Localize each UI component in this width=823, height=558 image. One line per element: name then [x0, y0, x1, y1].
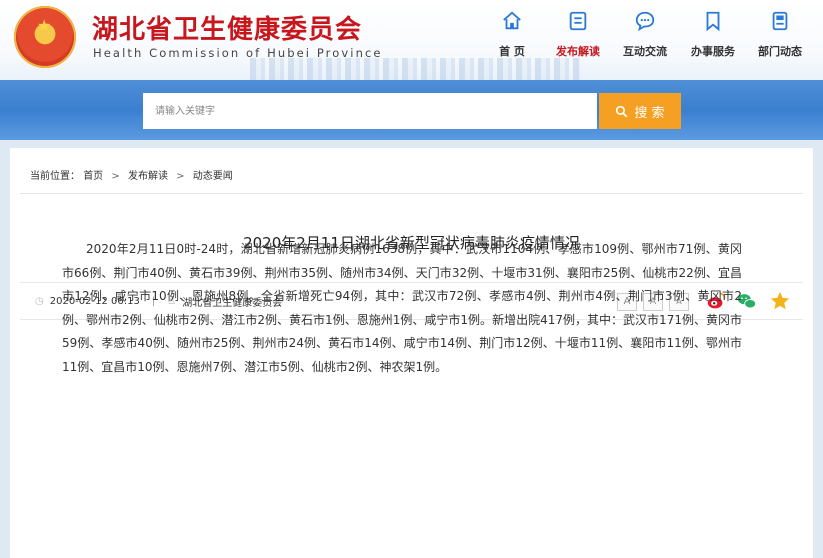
- bookmark-icon: [706, 11, 720, 32]
- article-body: 2020年2月11日0时-24时，湖北省新增新冠肺炎病例1638例，其中：武汉市…: [62, 242, 742, 374]
- search-button[interactable]: 搜 索: [599, 93, 681, 129]
- search-input[interactable]: [143, 93, 597, 129]
- site-subtitle: Health Commission of Hubei Province: [93, 46, 383, 60]
- breadcrumb-prefix: 当前位置：: [30, 171, 80, 182]
- breadcrumb-home[interactable]: 首页: [83, 171, 103, 182]
- divider: [20, 193, 803, 194]
- nav-item-interaction[interactable]: 互动交流: [615, 8, 675, 68]
- nav-label-services: 办事服务: [691, 45, 735, 58]
- home-icon: [503, 11, 521, 30]
- nav-item-release[interactable]: 发布解读: [548, 8, 608, 68]
- nav-item-services[interactable]: 办事服务: [683, 8, 743, 68]
- nav-label-home: 首 页: [499, 45, 525, 58]
- breadcrumb-separator: >: [176, 171, 185, 182]
- breadcrumb: 当前位置： 首页 > 发布解读 > 动态要闻: [30, 167, 233, 182]
- star-icon: ★: [37, 16, 52, 35]
- favorite-star-icon[interactable]: [769, 290, 791, 312]
- nav-label-release: 发布解读: [556, 45, 600, 58]
- nav-label-interaction: 互动交流: [623, 45, 667, 58]
- national-emblem-logo[interactable]: ★: [14, 6, 76, 68]
- breadcrumb-release[interactable]: 发布解读: [128, 171, 168, 182]
- document-icon: [569, 11, 587, 31]
- nav-label-dept-news: 部门动态: [758, 45, 802, 58]
- site-header: ★ 湖北省卫生健康委员会 Health Commission of Hubei …: [0, 0, 823, 80]
- breadcrumb-news[interactable]: 动态要闻: [193, 171, 233, 182]
- nav-item-home[interactable]: 首 页: [482, 8, 542, 68]
- news-icon: [772, 11, 788, 31]
- nav-item-dept-news[interactable]: 部门动态: [750, 8, 810, 68]
- search-button-label: 搜 索: [634, 105, 665, 121]
- chat-icon: [635, 11, 655, 32]
- site-title[interactable]: 湖北省卫生健康委员会: [92, 9, 362, 46]
- clock-icon: ◷: [35, 296, 44, 307]
- search-icon: [616, 105, 628, 117]
- breadcrumb-separator: >: [111, 171, 120, 182]
